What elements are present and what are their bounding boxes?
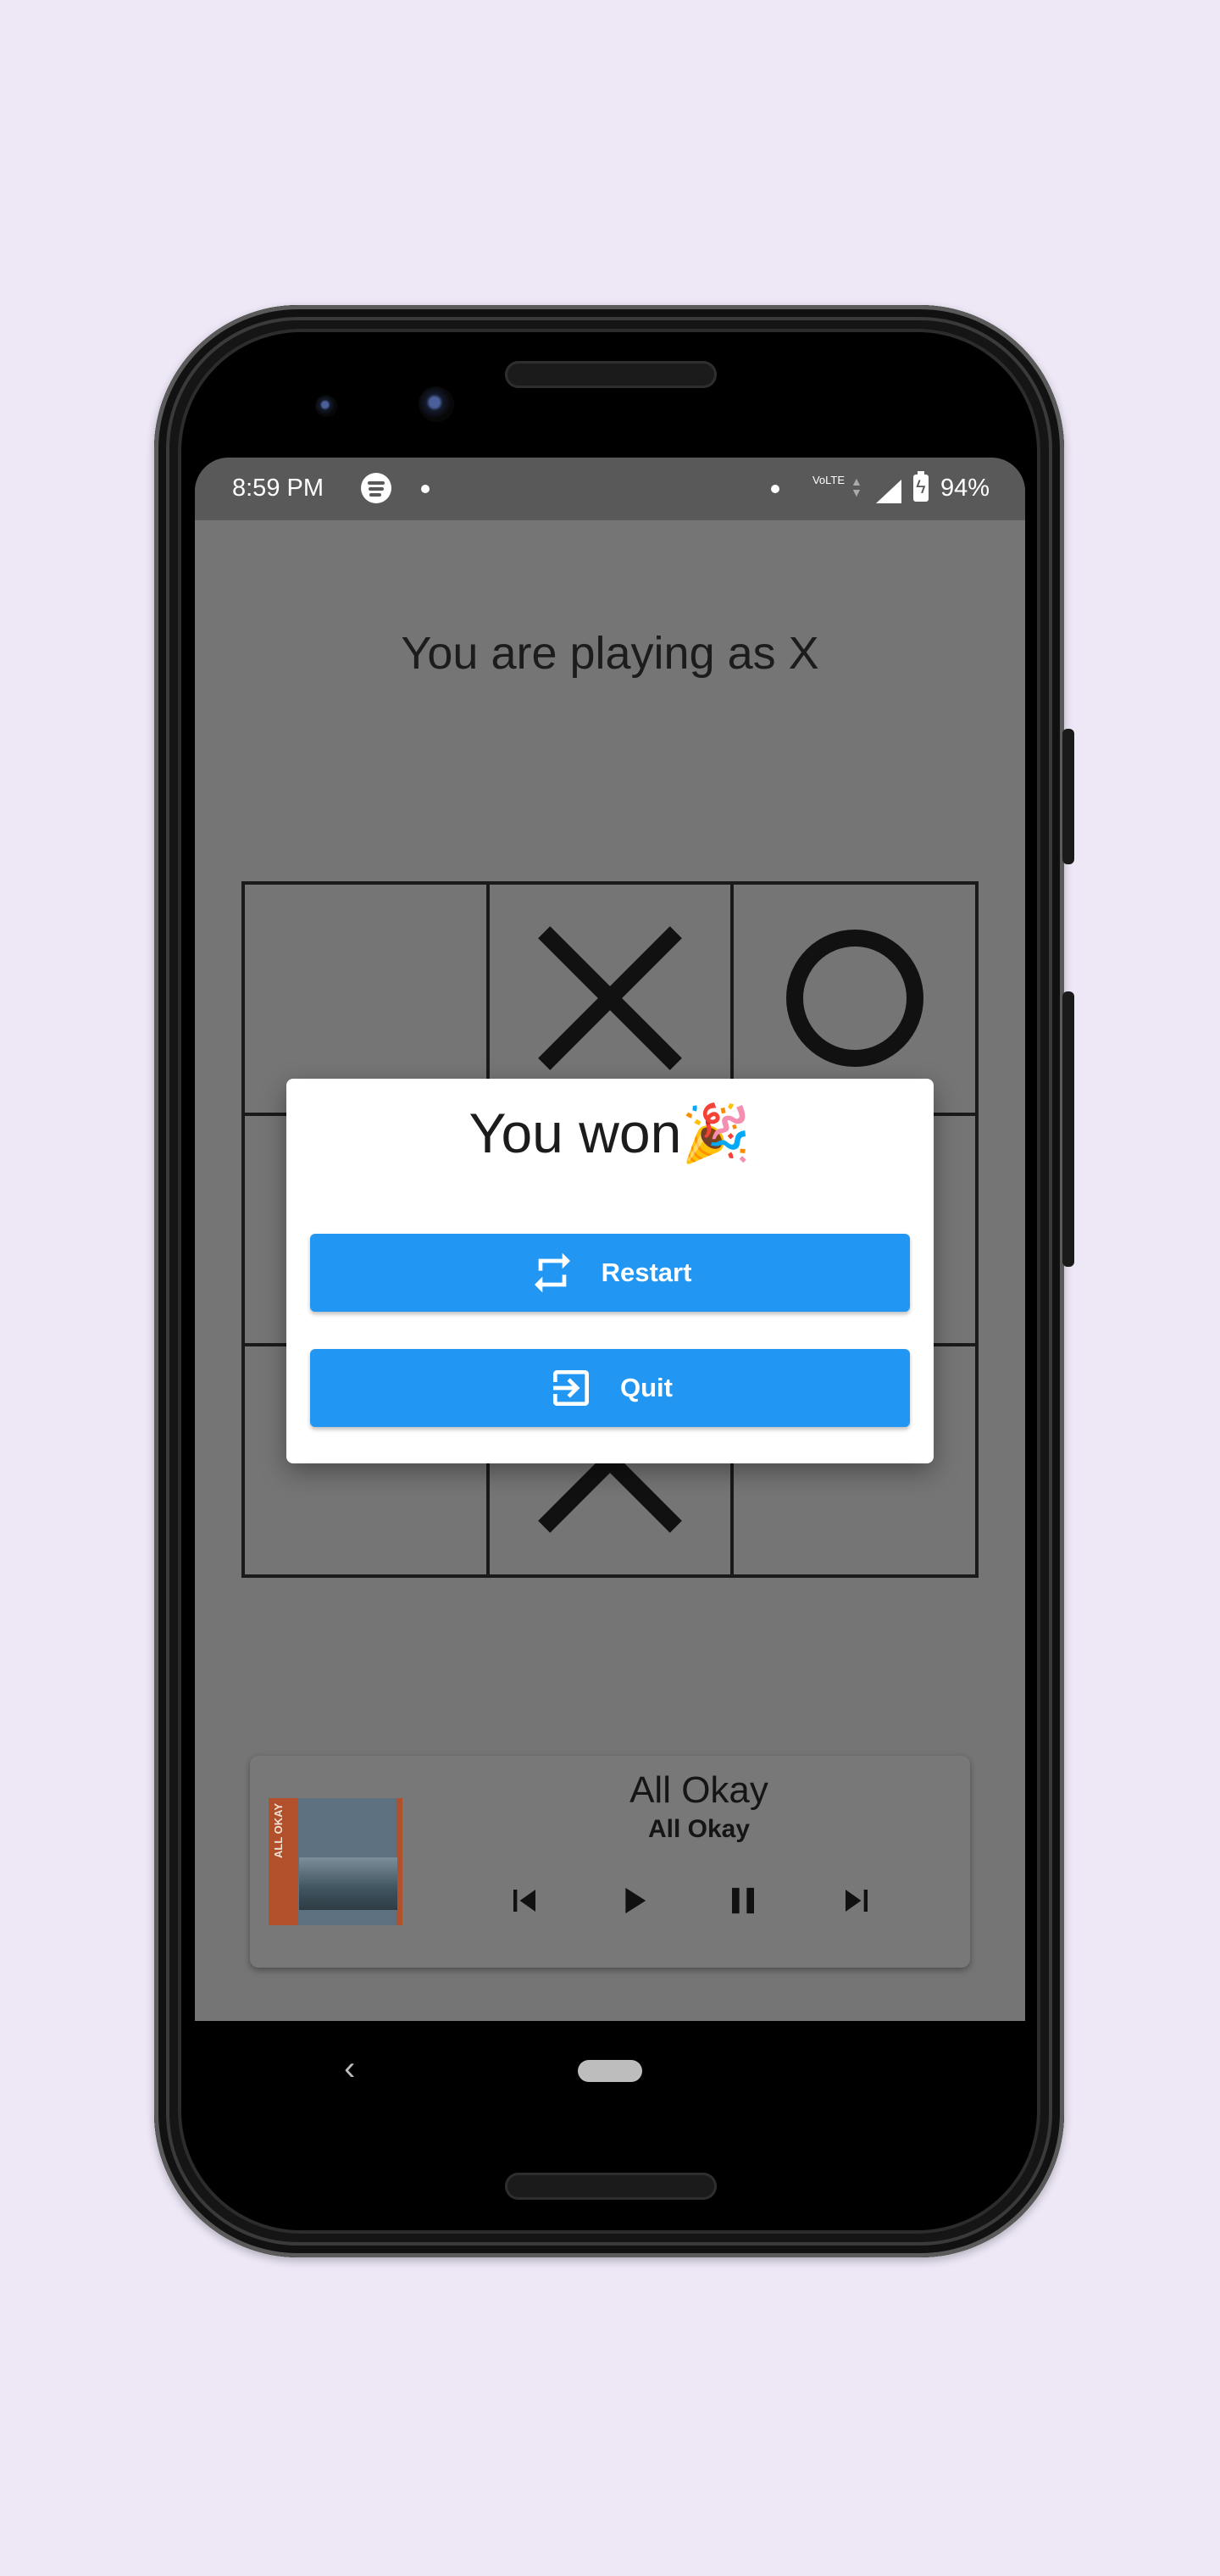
front-camera-icon xyxy=(419,386,454,422)
bottom-speaker xyxy=(505,2173,717,2200)
spotify-icon xyxy=(361,473,391,503)
app-screen: 8:59 PM VoLTE ▲ ▼ ϟ 94% You are playing a… xyxy=(195,458,1025,2021)
win-dialog: You won🎉 Restart Quit xyxy=(286,1079,934,1463)
track-artist: All Okay xyxy=(647,1815,751,1843)
skip-next-button[interactable] xyxy=(835,1879,879,1923)
restart-label: Restart xyxy=(601,1257,692,1287)
status-bar: 8:59 PM VoLTE ▲ ▼ ϟ 94% xyxy=(195,458,1025,520)
restart-button[interactable]: Restart xyxy=(310,1234,910,1312)
quit-label: Quit xyxy=(620,1373,673,1402)
dot-icon xyxy=(771,485,779,493)
skip-next-icon xyxy=(846,1890,868,1912)
x-mark-icon xyxy=(525,913,695,1083)
volte-icon: VoLTE xyxy=(812,474,846,486)
player-heading: You are playing as X xyxy=(401,628,819,679)
signal-icon xyxy=(876,480,901,503)
track-title: All Okay xyxy=(629,1769,768,1811)
album-art-text: ALL OKAY xyxy=(272,1803,285,1859)
notification-dot-icon xyxy=(421,485,430,493)
earpiece-speaker xyxy=(505,361,717,388)
pause-button[interactable] xyxy=(721,1879,765,1923)
repeat-icon xyxy=(534,1252,570,1293)
album-art: ALL OKAY xyxy=(269,1798,402,1925)
o-mark-icon xyxy=(785,930,923,1068)
status-time: 8:59 PM xyxy=(232,475,324,502)
navigation-bar: ‹ xyxy=(195,2021,1025,2123)
volume-button xyxy=(1062,729,1074,864)
dialog-title: You won🎉 xyxy=(469,1102,751,1164)
battery-percent: 94% xyxy=(940,475,990,502)
home-pill[interactable] xyxy=(578,2060,642,2082)
skip-previous-button[interactable] xyxy=(502,1879,546,1923)
exit-icon xyxy=(553,1370,589,1406)
play-icon xyxy=(625,1887,646,1914)
power-button xyxy=(1062,991,1074,1267)
back-chevron-icon[interactable]: ‹ xyxy=(344,2051,355,2085)
data-arrows-icon: ▲ ▼ xyxy=(851,475,862,499)
charging-bolt-icon: ϟ xyxy=(916,476,926,497)
pause-icon xyxy=(732,1887,754,1914)
skip-previous-icon xyxy=(513,1890,535,1912)
music-player-card: ALL OKAY All Okay All Okay xyxy=(250,1756,970,1968)
play-button[interactable] xyxy=(611,1879,655,1923)
front-sensor-icon xyxy=(315,395,337,417)
quit-button[interactable]: Quit xyxy=(310,1349,910,1427)
